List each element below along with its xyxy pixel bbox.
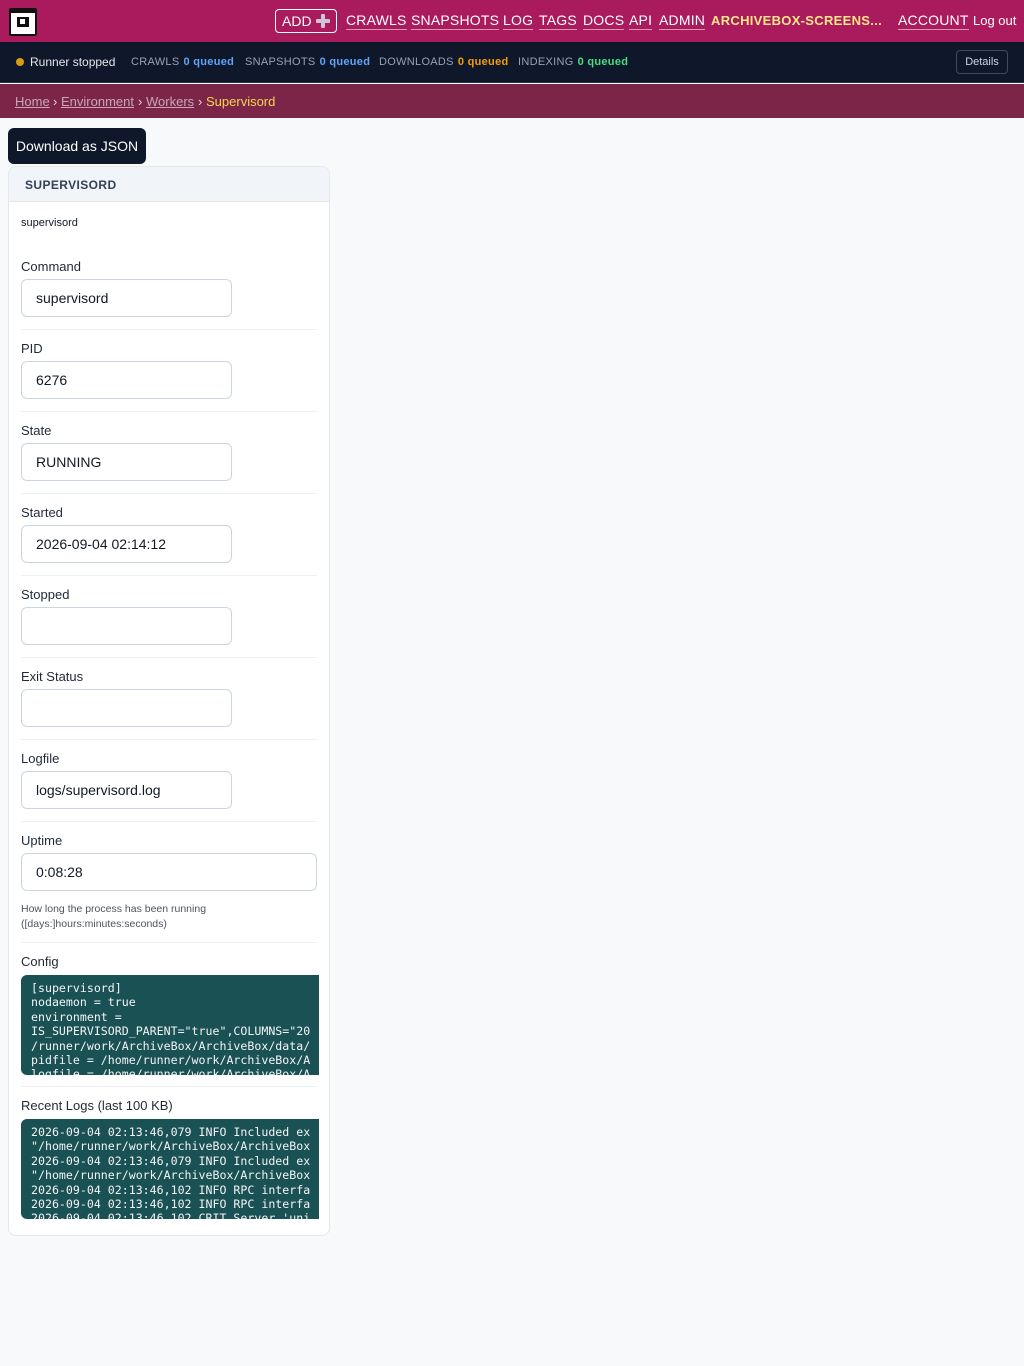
queue-indexing: INDEXING 0 queued [518,56,629,68]
exit-status-field[interactable] [21,689,232,727]
stopped-field[interactable] [21,607,232,645]
add-button[interactable]: ADD [275,9,337,33]
divider [21,329,317,330]
config-code-block[interactable]: [supervisord] nodaemon = true environmen… [21,975,319,1075]
nav-docs[interactable]: DOCS [583,11,625,30]
breadcrumb-separator: › [53,94,58,109]
queue-snapshots-count: 0 queued [319,56,371,68]
uptime-help-text: How long the process has been running ([… [21,903,207,930]
nav-api[interactable]: API [629,11,653,30]
divider [21,657,317,658]
divider [21,1086,317,1087]
recent-logs-label: Recent Logs (last 100 KB) [21,1098,173,1113]
breadcrumb-environment[interactable]: Environment [61,94,134,109]
details-button[interactable]: Details [956,50,1008,74]
card-title: SUPERVISORD [25,178,117,192]
logout-link[interactable]: Log out [973,12,1016,29]
archivebox-logo-icon[interactable] [9,8,37,36]
command-field[interactable]: supervisord [21,279,232,317]
divider [21,739,317,740]
divider [21,821,317,822]
queue-snapshots: SNAPSHOTS 0 queued [245,56,371,68]
divider [21,575,317,576]
runner-status-dot-icon [16,58,24,66]
config-label: Config [21,954,59,969]
supervisord-card: SUPERVISORD supervisord Command supervis… [8,166,330,1236]
breadcrumb-separator: › [138,94,143,109]
uptime-label: Uptime [21,833,63,848]
queue-downloads-count: 0 queued [457,56,509,68]
state-label: State [21,423,52,438]
logfile-label: Logfile [21,751,60,766]
pid-label: PID [21,341,43,356]
top-navbar: ADD CRAWLS SNAPSHOTS LOG TAGS DOCS API A… [0,0,1024,42]
current-user-link[interactable]: ARCHIVEBOX-SCREENS... [711,12,882,29]
breadcrumb-home[interactable]: Home [15,94,50,109]
recent-logs-code-block[interactable]: 2026-09-04 02:13:46,079 INFO Included ex… [21,1119,319,1219]
queue-downloads: DOWNLOADS 0 queued [379,56,509,68]
queue-crawls-count: 0 queued [183,56,235,68]
nav-snapshots[interactable]: SNAPSHOTS [411,11,500,30]
nav-log[interactable]: LOG [503,11,534,30]
state-field[interactable]: RUNNING [21,443,232,481]
runner-status: Runner stopped [30,55,116,69]
exit-status-label: Exit Status [21,669,84,684]
uptime-field[interactable]: 0:08:28 [21,853,317,891]
divider [21,411,317,412]
divider [21,942,317,943]
nav-account[interactable]: ACCOUNT [898,11,969,30]
breadcrumb-separator: › [198,94,203,109]
started-field[interactable]: 2026-09-04 02:14:12 [21,525,232,563]
queue-crawls: CRAWLS 0 queued [131,56,235,68]
breadcrumb-workers[interactable]: Workers [146,94,194,109]
command-label: Command [21,259,81,274]
nav-tags[interactable]: TAGS [539,11,577,30]
started-label: Started [21,505,63,520]
card-description: supervisord [21,217,78,229]
divider [21,493,317,494]
nav-crawls[interactable]: CRAWLS [346,11,407,30]
queue-indexing-count: 0 queued [577,56,629,68]
logfile-field[interactable]: logs/supervisord.log [21,771,232,809]
nav-admin[interactable]: ADMIN [659,11,706,30]
add-label: ADD [282,13,312,29]
stopped-label: Stopped [21,587,70,602]
breadcrumb-current: Supervisord [206,94,276,109]
card-header: SUPERVISORD [9,167,329,202]
recent-logs-text: 2026-09-04 02:13:46,079 INFO Included ex… [31,1125,311,1219]
plus-icon [315,14,330,28]
config-text: [supervisord] nodaemon = true environmen… [31,981,311,1075]
download-json-button[interactable]: Download as JSON [8,128,146,164]
pid-field[interactable]: 6276 [21,361,232,399]
